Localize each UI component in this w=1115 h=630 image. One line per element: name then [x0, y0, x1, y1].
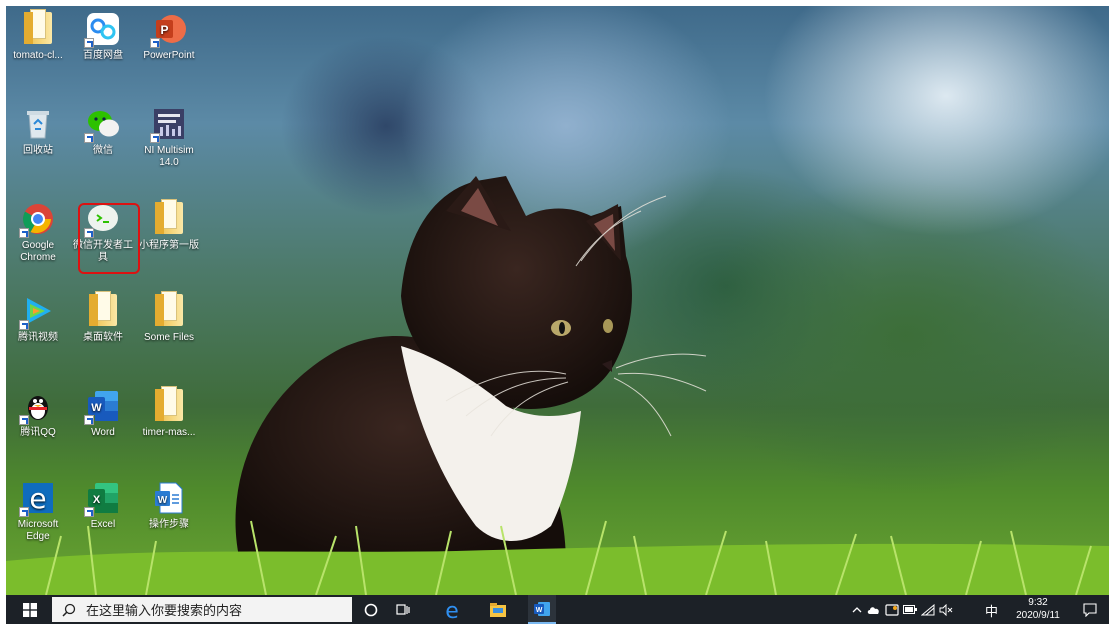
desktop-icon-chrome[interactable]: Google Chrome [6, 202, 70, 264]
baidu-netdisk-icon [84, 12, 120, 48]
clock[interactable]: 9:32 2020/9/11 [1006, 596, 1070, 622]
svg-text:e: e [29, 482, 46, 515]
desktop-icon-wechat[interactable]: 微信 [71, 107, 135, 157]
show-hidden-icons-button[interactable] [849, 595, 865, 624]
qq-penguin-icon [19, 389, 55, 425]
cortana-circle-icon [364, 603, 378, 616]
action-center-button[interactable] [1076, 595, 1104, 624]
multisim-icon [150, 107, 186, 143]
task-view-button[interactable] [390, 595, 416, 624]
tray-volume[interactable] [938, 595, 954, 624]
svg-text:W: W [536, 607, 543, 614]
desktop-icon-word[interactable]: W Word [71, 389, 135, 439]
notification-icon [1083, 602, 1097, 617]
desktop-icon-desktop-software-folder[interactable]: 桌面软件 [71, 291, 135, 344]
desktop-icon-excel[interactable]: X Excel [71, 481, 135, 531]
desktop-icon-tencent-video[interactable]: 腾讯视频 [6, 294, 70, 344]
edge-icon: e [445, 600, 459, 620]
desktop-icon-baidu-netdisk[interactable]: 百度网盘 [71, 12, 135, 62]
task-view-icon [396, 603, 410, 615]
folder-icon [89, 291, 117, 326]
start-button[interactable] [16, 595, 44, 624]
folder-icon [24, 9, 52, 44]
windows-logo-icon [23, 602, 37, 617]
taskbar-word-button[interactable]: W [528, 595, 556, 624]
tray-app-icon[interactable] [884, 595, 900, 624]
tencent-video-icon [19, 294, 55, 330]
desktop-screen: tomato-cl... 百度网盘 P PowerPoint 回收站 微信 NI… [6, 6, 1109, 624]
desktop-icon-some-files-folder[interactable]: Some Files [137, 291, 201, 344]
speaker-muted-icon [939, 603, 953, 616]
cloud-icon [867, 606, 879, 614]
desktop-icon-tomato[interactable]: tomato-cl... [6, 9, 70, 62]
powerpoint-icon: P [150, 12, 186, 48]
svg-text:W: W [91, 402, 102, 414]
taskbar: 在这里输入你要搜索的内容 e W 中 9:32 2020/9/11 [6, 595, 1109, 624]
desktop-icon-edge[interactable]: e Microsoft Edge [6, 481, 70, 543]
tray-battery[interactable] [902, 595, 918, 624]
svg-text:e: e [445, 600, 459, 620]
desktop-icon-qq[interactable]: 腾讯QQ [6, 389, 70, 439]
folder-icon [155, 386, 183, 421]
selection-highlight-box [78, 203, 140, 274]
file-explorer-icon [490, 602, 506, 617]
excel-icon: X [84, 481, 120, 517]
desktop-icon-operation-steps-doc[interactable]: W 操作步骤 [137, 481, 201, 531]
wechat-icon [84, 107, 120, 143]
svg-text:W: W [158, 495, 168, 506]
chevron-up-icon [852, 606, 862, 612]
desktop-icon-multisim[interactable]: NI Multisim 14.0 [137, 107, 201, 169]
desktop-icon-recycle-bin[interactable]: 回收站 [6, 107, 70, 157]
word-icon: W [534, 601, 550, 616]
clock-time: 9:32 [1028, 597, 1048, 608]
desktop-icon-miniprogram-folder[interactable]: 小程序第一版 [137, 199, 201, 252]
taskbar-file-explorer-button[interactable] [484, 595, 512, 624]
recycle-bin-icon [21, 107, 55, 141]
taskbar-edge-button[interactable]: e [438, 595, 466, 624]
tray-onedrive[interactable] [866, 595, 882, 624]
tray-network[interactable] [920, 595, 936, 624]
search-placeholder: 在这里输入你要搜索的内容 [86, 603, 243, 618]
desktop-icon-powerpoint[interactable]: P PowerPoint [137, 12, 201, 62]
chrome-icon [19, 202, 55, 238]
clock-date: 2020/9/11 [1016, 610, 1060, 621]
search-icon [62, 603, 76, 617]
desktop-icon-timer-folder[interactable]: timer-mas... [137, 386, 201, 439]
svg-text:P: P [160, 23, 168, 37]
svg-text:X: X [93, 494, 101, 506]
word-icon: W [84, 389, 120, 425]
folder-icon [155, 291, 183, 326]
tray-app-icon [885, 603, 899, 616]
battery-icon [903, 605, 917, 614]
cortana-button[interactable] [358, 595, 384, 624]
ime-indicator[interactable]: 中 [985, 601, 998, 620]
folder-icon [155, 199, 183, 234]
edge-icon: e [19, 481, 55, 517]
wifi-icon [921, 603, 935, 615]
taskbar-search-box[interactable]: 在这里输入你要搜索的内容 [52, 597, 352, 622]
word-document-icon: W [152, 481, 186, 515]
